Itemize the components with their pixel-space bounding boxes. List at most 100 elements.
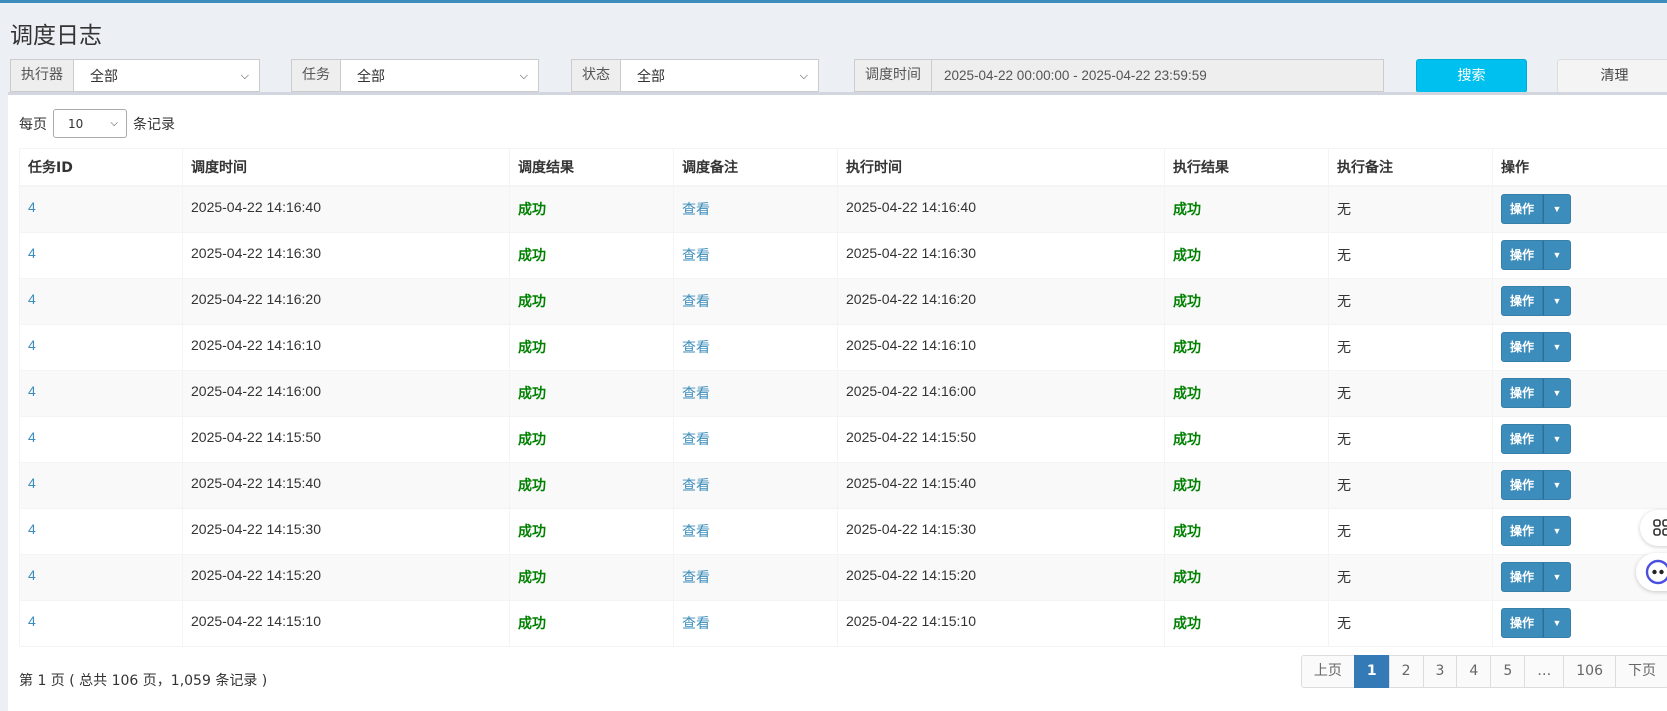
handle-msg-cell: 无 [1337, 386, 1351, 402]
job-id-link[interactable]: 4 [28, 567, 36, 583]
dropdown-caret-icon[interactable]: ▼ [1543, 332, 1571, 362]
trigger-time-cell: 2025-04-22 14:16:30 [191, 245, 321, 261]
page-button[interactable]: 4 [1456, 655, 1491, 688]
handle-time-cell: 2025-04-22 14:15:20 [846, 567, 976, 583]
column-header[interactable]: 执行备注 [1329, 149, 1493, 187]
action-button[interactable]: 操作 [1501, 286, 1543, 316]
action-button[interactable]: 操作 [1501, 516, 1543, 546]
job-id-link[interactable]: 4 [28, 383, 36, 399]
job-id-link[interactable]: 4 [28, 291, 36, 307]
page-title: 调度日志 [10, 16, 102, 50]
dropdown-caret-icon[interactable]: ▼ [1543, 562, 1571, 592]
log-table: 任务ID 调度时间 调度结果 调度备注 执行时间 执行结果 执行备注 操作 4 2… [19, 148, 1667, 647]
job-id-link[interactable]: 4 [28, 613, 36, 629]
table-cell: 成功 [510, 370, 674, 416]
action-button[interactable]: 操作 [1501, 470, 1543, 500]
job-id-link[interactable]: 4 [28, 475, 36, 491]
prev-page-button[interactable]: 上页 [1301, 655, 1355, 688]
page-length-select[interactable]: 10 ⌵ [53, 109, 127, 138]
chevron-down-icon: ⌵ [520, 69, 528, 83]
trigger-result-cell: 成功 [518, 294, 546, 310]
handle-result-cell: 成功 [1173, 202, 1201, 218]
handle-msg-cell: 无 [1337, 570, 1351, 586]
next-page-button[interactable]: 下页 [1615, 655, 1667, 688]
dropdown-caret-icon[interactable]: ▼ [1543, 424, 1571, 454]
page-button[interactable]: 3 [1423, 655, 1458, 688]
table-cell: 2025-04-22 14:16:10 [183, 324, 510, 370]
table-cell: 无 [1329, 370, 1493, 416]
table-cell: 成功 [510, 416, 674, 462]
trigger-msg-link[interactable]: 查看 [682, 339, 710, 355]
action-button[interactable]: 操作 [1501, 378, 1543, 408]
dropdown-caret-icon[interactable]: ▼ [1543, 240, 1571, 270]
job-id-link[interactable]: 4 [28, 337, 36, 353]
table-cell: 成功 [1165, 508, 1329, 554]
trigger-msg-link[interactable]: 查看 [682, 523, 710, 539]
handle-msg-cell: 无 [1337, 524, 1351, 540]
table-cell: 2025-04-22 14:16:40 [838, 186, 1165, 232]
column-header[interactable]: 执行时间 [838, 149, 1165, 187]
trigger-msg-link[interactable]: 查看 [682, 615, 710, 631]
trigger-msg-link[interactable]: 查看 [682, 431, 710, 447]
table-cell: 无 [1329, 278, 1493, 324]
trigger-msg-link[interactable]: 查看 [682, 477, 710, 493]
table-cell: 2025-04-22 14:16:20 [838, 278, 1165, 324]
action-button[interactable]: 操作 [1501, 332, 1543, 362]
table-cell: 查看 [674, 508, 838, 554]
dropdown-caret-icon[interactable]: ▼ [1543, 378, 1571, 408]
handle-msg-cell: 无 [1337, 432, 1351, 448]
action-button[interactable]: 操作 [1501, 194, 1543, 224]
executor-filter: 执行器 全部 ⌵ [10, 59, 260, 92]
handle-msg-cell: 无 [1337, 616, 1351, 632]
handle-result-cell: 成功 [1173, 570, 1201, 586]
column-header[interactable]: 任务ID [20, 149, 183, 187]
page-button[interactable]: 1 [1354, 655, 1390, 688]
search-button[interactable]: 搜索 [1416, 59, 1527, 93]
dropdown-caret-icon[interactable]: ▼ [1543, 194, 1571, 224]
executor-select[interactable]: 全部 ⌵ [74, 59, 260, 92]
action-button[interactable]: 操作 [1501, 562, 1543, 592]
page-button[interactable]: 2 [1389, 655, 1424, 688]
dropdown-caret-icon[interactable]: ▼ [1543, 608, 1571, 638]
trigger-msg-link[interactable]: 查看 [682, 569, 710, 585]
table-cell: 2025-04-22 14:16:30 [183, 232, 510, 278]
trigger-msg-link[interactable]: 查看 [682, 293, 710, 309]
job-id-link[interactable]: 4 [28, 199, 36, 215]
table-info: 第 1 页 ( 总共 106 页，1,059 条记录 ) [19, 670, 267, 690]
table-cell: 成功 [510, 554, 674, 600]
column-header[interactable]: 调度时间 [183, 149, 510, 187]
handle-time-cell: 2025-04-22 14:16:40 [846, 199, 976, 215]
column-header[interactable]: 调度备注 [674, 149, 838, 187]
action-button[interactable]: 操作 [1501, 424, 1543, 454]
column-header[interactable]: 执行结果 [1165, 149, 1329, 187]
time-range-input[interactable]: 2025-04-22 00:00:00 - 2025-04-22 23:59:5… [932, 59, 1384, 92]
status-select[interactable]: 全部 ⌵ [621, 59, 819, 92]
column-header[interactable]: 调度结果 [510, 149, 674, 187]
trigger-msg-link[interactable]: 查看 [682, 385, 710, 401]
trigger-msg-link[interactable]: 查看 [682, 247, 710, 263]
table-cell: 成功 [1165, 600, 1329, 646]
page-length-prefix: 每页 [19, 114, 47, 134]
action-button[interactable]: 操作 [1501, 608, 1543, 638]
table-cell: 查看 [674, 462, 838, 508]
page-button[interactable]: 106 [1563, 655, 1616, 688]
clear-button[interactable]: 清理 [1557, 59, 1667, 93]
dropdown-caret-icon[interactable]: ▼ [1543, 286, 1571, 316]
trigger-result-cell: 成功 [518, 524, 546, 540]
trigger-msg-link[interactable]: 查看 [682, 201, 710, 217]
floating-assistant-button[interactable] [1636, 553, 1667, 591]
page-button[interactable]: 5 [1490, 655, 1525, 688]
job-select[interactable]: 全部 ⌵ [341, 59, 539, 92]
executor-filter-label: 执行器 [10, 59, 74, 92]
status-filter-label: 状态 [571, 59, 621, 92]
table-cell: 2025-04-22 14:15:20 [183, 554, 510, 600]
page-length-suffix: 条记录 [133, 114, 175, 134]
dropdown-caret-icon[interactable]: ▼ [1543, 470, 1571, 500]
table-cell: 2025-04-22 14:15:20 [838, 554, 1165, 600]
job-id-link[interactable]: 4 [28, 429, 36, 445]
job-id-link[interactable]: 4 [28, 245, 36, 261]
table-cell: 成功 [510, 278, 674, 324]
job-id-link[interactable]: 4 [28, 521, 36, 537]
action-button[interactable]: 操作 [1501, 240, 1543, 270]
dropdown-caret-icon[interactable]: ▼ [1543, 516, 1571, 546]
